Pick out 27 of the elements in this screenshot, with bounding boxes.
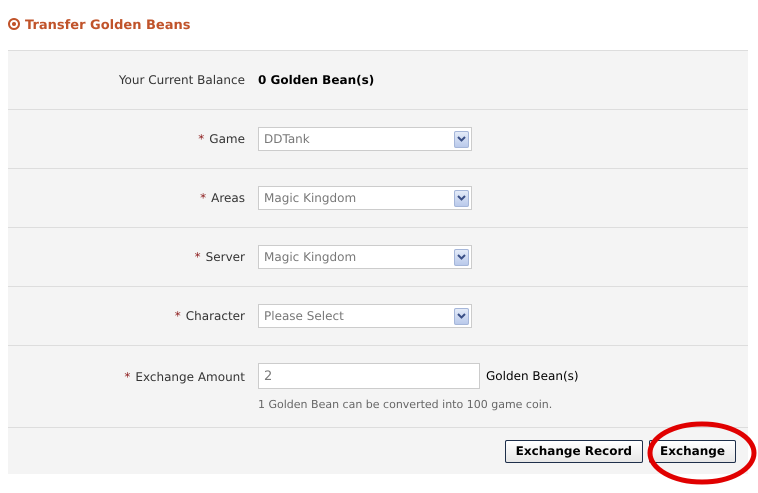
required-mark: *: [200, 191, 206, 205]
required-mark: *: [174, 309, 181, 323]
target-icon: [8, 18, 20, 30]
field-label: Areas: [211, 191, 245, 205]
required-mark: *: [194, 250, 201, 264]
dropdown-field[interactable]: Please Select: [258, 304, 472, 328]
balance-value: 0 Golden Bean(s): [258, 72, 374, 89]
field-label: Your Current Balance: [118, 73, 245, 87]
hint-text: 1 Golden Bean can be converted into 100 game coin.: [258, 397, 554, 413]
unit-label: Golden Bean(s): [486, 368, 579, 385]
required-mark: *: [198, 132, 204, 146]
field-label: Exchange Amount: [135, 370, 245, 384]
chevron-icon: [454, 130, 469, 148]
field-label: Character: [186, 309, 245, 323]
record-button[interactable]: Exchange Record: [504, 440, 644, 462]
dropdown-field[interactable]: Magic Kingdom: [258, 245, 472, 269]
chevron-icon: [454, 308, 469, 324]
field-label: Server: [206, 250, 245, 264]
dropdown-field[interactable]: DDTank: [258, 127, 472, 151]
amount-field[interactable]: 2: [258, 363, 480, 389]
field-label: Game: [209, 132, 245, 146]
chevron-icon: [454, 190, 469, 206]
required-mark: *: [124, 370, 130, 384]
exchange-button[interactable]: Exchange: [649, 440, 736, 462]
dropdown-field[interactable]: Magic Kingdom: [258, 186, 472, 210]
chevron-icon: [454, 248, 469, 266]
page-title: Transfer Golden Beans: [25, 17, 190, 35]
